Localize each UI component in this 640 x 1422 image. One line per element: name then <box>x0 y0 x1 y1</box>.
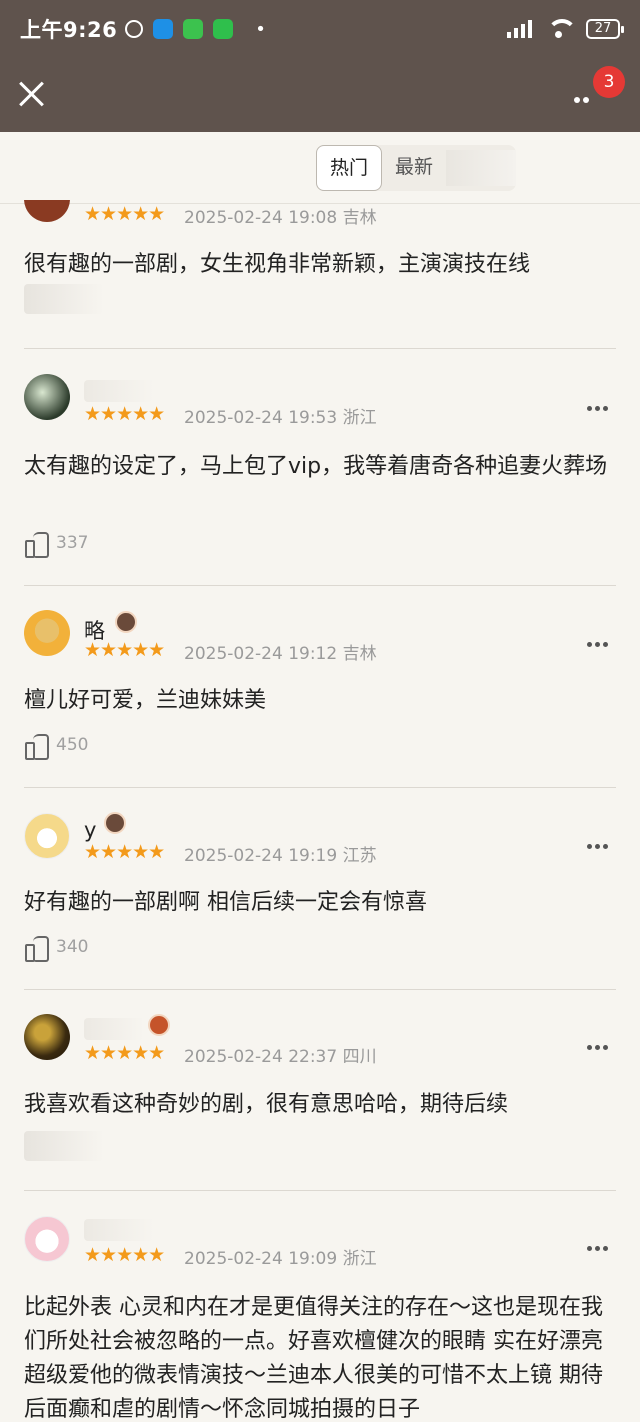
emoji-badge-icon <box>104 812 126 834</box>
emoji-badge-icon <box>115 611 137 633</box>
sort-tabs: 热门 最新 <box>316 145 517 191</box>
divider <box>24 1190 616 1191</box>
divider <box>24 989 616 990</box>
avatar[interactable] <box>24 610 70 656</box>
comment-meta: 2025-02-24 19:19 江苏 <box>184 841 377 866</box>
username: y <box>84 818 97 842</box>
avatar[interactable] <box>24 1014 70 1060</box>
comment-location: 浙江 <box>342 1249 377 1269</box>
like-button[interactable]: 337 <box>24 530 89 558</box>
app-icon <box>125 20 144 38</box>
comment-meta: 2025-02-24 22:37 四川 <box>184 1042 377 1067</box>
like-button[interactable]: 450 <box>24 732 89 760</box>
comment-date: 2025-02-24 19:09 <box>184 1249 338 1269</box>
comment-location: 吉林 <box>342 208 377 228</box>
battery-icon: 27 <box>586 19 624 39</box>
like-count: 337 <box>56 533 89 553</box>
comment-location: 吉林 <box>342 644 377 664</box>
comment-date: 2025-02-24 22:37 <box>184 1047 338 1067</box>
avatar[interactable] <box>24 813 70 859</box>
comment-meta: 2025-02-24 19:53 浙江 <box>184 403 377 428</box>
comment-text: 好有趣的一部剧啊 相信后续一定会有惊喜 <box>24 890 427 915</box>
comment-text: 我喜欢看这种奇妙的剧，很有意思哈哈，期待后续 <box>24 1092 509 1117</box>
top-bar: 上午9:26 • 27 3 <box>0 0 640 132</box>
comment-meta: 2025-02-24 19:08 吉林 <box>184 203 377 228</box>
more-icon[interactable] <box>574 88 594 103</box>
like-count: 450 <box>56 735 89 755</box>
blurred-reaction <box>24 1131 104 1161</box>
comment-date: 2025-02-24 19:12 <box>184 644 338 664</box>
status-bar: 上午9:26 • 27 <box>0 0 640 58</box>
status-time: 上午9:26 <box>20 18 118 42</box>
avatar[interactable] <box>24 1216 70 1262</box>
wechat-icon <box>183 19 204 39</box>
comment-date: 2025-02-24 19:08 <box>184 208 338 228</box>
close-icon[interactable] <box>18 80 46 108</box>
comment-date: 2025-02-24 19:19 <box>184 846 338 866</box>
alipay-icon <box>153 19 174 39</box>
tab-bar: 热门 最新 <box>0 132 640 204</box>
username-blurred <box>84 380 154 402</box>
star-rating: ★★★★★ <box>84 1244 165 1266</box>
tab-blurred <box>446 150 517 186</box>
notification-badge: 3 <box>593 66 625 98</box>
avatar[interactable] <box>24 374 70 420</box>
divider <box>24 787 616 788</box>
more-icon[interactable] <box>587 1236 611 1251</box>
comment-location: 江苏 <box>342 846 377 866</box>
blurred-reaction <box>24 284 104 314</box>
comment-text: 檀儿好可爱，兰迪妹妹美 <box>24 688 267 713</box>
tab-latest[interactable]: 最新 <box>382 145 446 191</box>
username-blurred <box>84 1219 154 1241</box>
thumb-up-icon <box>24 732 50 760</box>
more-icon[interactable] <box>587 396 611 411</box>
divider <box>24 348 616 349</box>
star-rating: ★★★★★ <box>84 1042 165 1064</box>
more-icon[interactable] <box>587 1035 611 1050</box>
thumb-up-icon <box>24 934 50 962</box>
tab-hot[interactable]: 热门 <box>316 145 383 191</box>
divider <box>24 585 616 586</box>
username-blurred <box>84 1018 144 1040</box>
thumb-up-icon <box>24 530 50 558</box>
signal-icon <box>507 20 532 38</box>
star-rating: ★★★★★ <box>84 203 165 225</box>
comment-location: 四川 <box>342 1047 377 1067</box>
more-icon[interactable] <box>587 834 611 849</box>
like-button[interactable]: 340 <box>24 934 89 962</box>
comment-location: 浙江 <box>342 408 377 428</box>
wechat-icon <box>213 19 234 39</box>
comment-text: 比起外表 心灵和内在才是更值得关注的存在～这也是现在我们所处社会被忽略的一点。好… <box>24 1295 603 1422</box>
dot-icon: • <box>255 18 266 40</box>
star-rating: ★★★★★ <box>84 403 165 425</box>
emoji-badge-icon <box>148 1014 170 1036</box>
like-count: 340 <box>56 937 89 957</box>
comment-meta: 2025-02-24 19:09 浙江 <box>184 1244 377 1269</box>
comment-text: 太有趣的设定了，马上包了vip，我等着唐奇各种追妻火葬场 <box>24 454 608 479</box>
comment-text: 很有趣的一部剧，女生视角非常新颖，主演演技在线 <box>24 252 531 277</box>
wifi-icon <box>546 19 577 39</box>
comment-date: 2025-02-24 19:53 <box>184 408 338 428</box>
star-rating: ★★★★★ <box>84 841 165 863</box>
comment-meta: 2025-02-24 19:12 吉林 <box>184 639 377 664</box>
star-rating: ★★★★★ <box>84 639 165 661</box>
more-icon[interactable] <box>587 632 611 647</box>
